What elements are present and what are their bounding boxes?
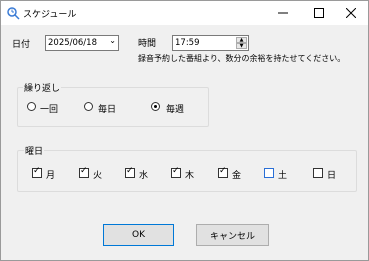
minimize-button[interactable] bbox=[263, 1, 303, 25]
close-button[interactable] bbox=[331, 1, 369, 25]
weekday-group-title: 曜日 bbox=[24, 144, 45, 157]
time-input[interactable]: 17:59 ▲ ▼ bbox=[172, 35, 249, 51]
date-label: 日付 bbox=[12, 40, 31, 50]
checkmark-icon: ✓ bbox=[33, 166, 41, 176]
checkbox-sun[interactable] bbox=[313, 168, 323, 178]
checkmark-icon: ✓ bbox=[80, 166, 88, 176]
checkmark-icon: ✓ bbox=[219, 166, 227, 176]
chevron-down-icon[interactable]: ⌄ bbox=[109, 36, 116, 45]
date-value: 2025/06/18 bbox=[48, 38, 97, 48]
radio-daily[interactable] bbox=[84, 102, 93, 111]
checkbox-fri[interactable]: ✓ bbox=[218, 166, 228, 178]
radio-daily-label: 毎日 bbox=[98, 105, 117, 115]
radio-once[interactable] bbox=[27, 102, 36, 111]
radio-weekly[interactable] bbox=[151, 102, 160, 111]
spin-down-icon[interactable]: ▼ bbox=[236, 43, 247, 49]
checkbox-tue[interactable]: ✓ bbox=[79, 166, 89, 178]
checkbox-sun-label: 日 bbox=[327, 171, 337, 181]
checkbox-sat-label: 土 bbox=[278, 171, 288, 181]
hint-text: 録音予約した番組より、数分の余裕を持たせてください。 bbox=[138, 54, 346, 63]
minimize-icon bbox=[278, 12, 288, 14]
maximize-icon bbox=[314, 8, 324, 18]
app-icon bbox=[7, 7, 20, 20]
checkmark-icon: ✓ bbox=[172, 166, 180, 176]
checkbox-wed-label: 水 bbox=[139, 171, 149, 181]
radio-weekly-label: 毎週 bbox=[166, 105, 185, 115]
checkbox-sat[interactable] bbox=[264, 168, 274, 178]
checkbox-wed[interactable]: ✓ bbox=[125, 166, 135, 178]
checkbox-thu[interactable]: ✓ bbox=[171, 166, 181, 178]
radio-once-label: 一回 bbox=[40, 105, 59, 115]
window-title: スケジュール bbox=[23, 10, 77, 20]
time-spinner[interactable]: ▲ ▼ bbox=[236, 37, 247, 49]
checkbox-mon[interactable]: ✓ bbox=[32, 166, 42, 178]
schedule-dialog: スケジュール 日付 2025/06/18 ⌄ 時間 17:59 ▲ ▼ 録音予約… bbox=[0, 0, 369, 261]
ok-button[interactable]: OK bbox=[103, 224, 174, 246]
close-icon bbox=[346, 8, 356, 18]
time-label: 時間 bbox=[138, 39, 157, 49]
checkbox-mon-label: 月 bbox=[46, 171, 56, 181]
time-value: 17:59 bbox=[175, 38, 200, 48]
cancel-button[interactable]: キャンセル bbox=[196, 224, 269, 246]
checkbox-tue-label: 火 bbox=[93, 171, 103, 181]
title-bar: スケジュール bbox=[1, 1, 368, 25]
date-picker[interactable]: 2025/06/18 ⌄ bbox=[45, 35, 119, 51]
repeat-group-title: 繰り返し bbox=[23, 81, 62, 94]
checkmark-icon: ✓ bbox=[126, 166, 134, 176]
checkbox-thu-label: 木 bbox=[185, 171, 195, 181]
checkbox-fri-label: 金 bbox=[232, 171, 242, 181]
